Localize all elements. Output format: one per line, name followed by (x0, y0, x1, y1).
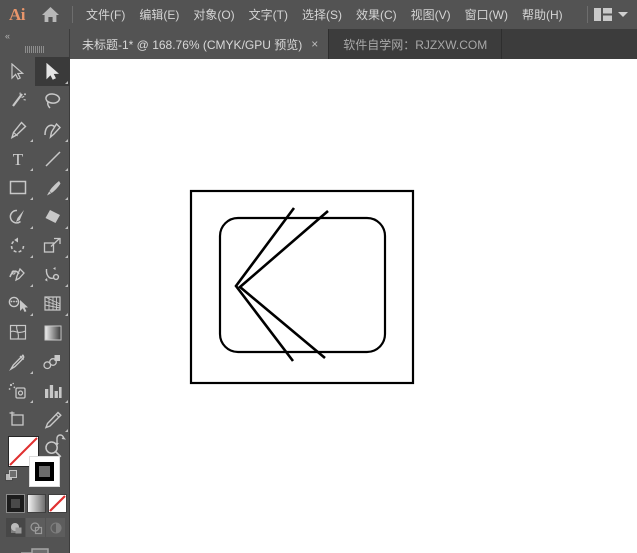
menu-divider-1 (72, 6, 73, 23)
tools-panel-header[interactable]: « (0, 29, 69, 43)
tool-flyout-indicator (65, 226, 68, 229)
change-screen-mode-button[interactable] (0, 547, 70, 553)
tool-flyout-indicator (65, 197, 68, 200)
perspective-grid-tool[interactable] (35, 289, 70, 318)
color-mode-row (6, 494, 70, 513)
menu-window[interactable]: 窗口(W) (458, 1, 515, 28)
none-mode-button[interactable] (48, 494, 67, 513)
menu-edit[interactable]: 编辑(E) (132, 1, 186, 28)
column-graph-tool[interactable] (35, 376, 70, 405)
fill-stroke-group (5, 434, 67, 490)
color-controls (0, 434, 70, 553)
gradient-mode-button[interactable] (27, 494, 46, 513)
pen-tool[interactable] (0, 115, 35, 144)
symbol-sprayer-tool[interactable] (0, 376, 35, 405)
draw-inside-button[interactable] (46, 518, 65, 537)
stroke-swatch[interactable] (29, 456, 60, 487)
magic-wand-tool[interactable] (0, 86, 35, 115)
blend-tool[interactable] (35, 347, 70, 376)
menu-effect[interactable]: 效果(C) (349, 1, 404, 28)
arrange-documents-icon[interactable] (594, 8, 612, 21)
tool-flyout-indicator (65, 429, 68, 432)
draw-normal-button[interactable] (6, 518, 25, 537)
chevron-down-icon[interactable] (618, 12, 628, 17)
home-icon[interactable] (34, 0, 66, 29)
scale-tool[interactable] (35, 231, 70, 260)
document-canvas[interactable] (70, 59, 637, 553)
selection-tool[interactable] (0, 57, 35, 86)
tool-flyout-indicator (30, 284, 33, 287)
artwork-svg (189, 189, 415, 385)
menu-view[interactable]: 视图(V) (404, 1, 458, 28)
swap-fill-stroke-icon[interactable] (54, 434, 67, 447)
menu-select[interactable]: 选择(S) (295, 1, 349, 28)
tool-flyout-indicator (30, 371, 33, 374)
shaper-tool[interactable] (0, 202, 35, 231)
type-tool[interactable]: T (0, 144, 35, 173)
menu-help[interactable]: 帮助(H) (515, 1, 570, 28)
free-transform-tool[interactable] (35, 260, 70, 289)
tool-grid: T (0, 57, 70, 463)
gradient-tool[interactable] (35, 318, 70, 347)
rounded-rectangle-shape (218, 216, 387, 354)
tool-flyout-indicator (30, 197, 33, 200)
menu-item-list: 文件(F) 编辑(E) 对象(O) 文字(T) 选择(S) 效果(C) 视图(V… (79, 1, 570, 28)
tab-document-active[interactable]: 未标题-1* @ 168.76% (CMYK/GPU 预览) × (70, 29, 330, 59)
tool-flyout-indicator (30, 400, 33, 403)
tool-flyout-indicator (30, 226, 33, 229)
menu-file[interactable]: 文件(F) (79, 1, 132, 28)
collapse-panel-icon[interactable]: « (5, 31, 10, 41)
tool-flyout-indicator (65, 81, 68, 84)
tools-panel-drag-handle[interactable] (0, 43, 69, 55)
menubar-right-group (581, 6, 637, 23)
chevron-path-2 (237, 210, 329, 359)
eraser-tool[interactable] (35, 202, 70, 231)
illustrator-window: Ai 文件(F) 编辑(E) 对象(O) 文字(T) 选择(S) 效果(C) 视… (0, 0, 637, 553)
svg-text:T: T (12, 150, 23, 168)
eyedropper-tool[interactable] (0, 347, 35, 376)
curvature-tool[interactable] (35, 115, 70, 144)
drawing-mode-row (6, 518, 70, 537)
paintbrush-tool[interactable] (35, 173, 70, 202)
tool-flyout-indicator (30, 139, 33, 142)
tool-flyout-indicator (30, 168, 33, 171)
close-icon[interactable]: × (311, 38, 318, 50)
tool-flyout-indicator (65, 168, 68, 171)
document-tab-bar: 未标题-1* @ 168.76% (CMYK/GPU 预览) × 软件自学网：R… (0, 29, 637, 59)
tab-label: 未标题-1* @ 168.76% (CMYK/GPU 预览) (82, 37, 303, 52)
draw-behind-button[interactable] (26, 518, 45, 537)
menu-divider-2 (587, 6, 588, 23)
stroke-swatch-inner (35, 462, 54, 481)
tool-flyout-indicator (65, 139, 68, 142)
tool-flyout-indicator (65, 255, 68, 258)
color-mode-button[interactable] (6, 494, 25, 513)
slice-tool[interactable] (35, 405, 70, 434)
rectangle-tool[interactable] (0, 173, 35, 202)
rotate-tool[interactable] (0, 231, 35, 260)
width-tool[interactable] (0, 260, 35, 289)
tool-flyout-indicator (65, 400, 68, 403)
tool-flyout-indicator (65, 313, 68, 316)
line-segment-tool[interactable] (35, 144, 70, 173)
menu-bar: Ai 文件(F) 编辑(E) 对象(O) 文字(T) 选择(S) 效果(C) 视… (0, 0, 637, 29)
menu-type[interactable]: 文字(T) (242, 1, 295, 28)
direct-selection-tool[interactable] (35, 57, 70, 86)
artboard-tool[interactable] (0, 405, 35, 434)
default-fill-stroke-icon[interactable] (5, 470, 18, 483)
tool-flyout-indicator (30, 313, 33, 316)
shape-builder-tool[interactable] (0, 289, 35, 318)
menu-object[interactable]: 对象(O) (186, 1, 241, 28)
tool-flyout-indicator (30, 255, 33, 258)
tool-flyout-indicator (65, 284, 68, 287)
lasso-tool[interactable] (35, 86, 70, 115)
tools-panel: « T (0, 29, 70, 553)
outer-rectangle-shape (189, 189, 415, 385)
mesh-tool[interactable] (0, 318, 35, 347)
tab-document-watermark[interactable]: 软件自学网：RJZXW.COM (329, 29, 503, 59)
app-logo: Ai (9, 4, 26, 24)
tab-label: 软件自学网：RJZXW.COM (343, 37, 488, 52)
